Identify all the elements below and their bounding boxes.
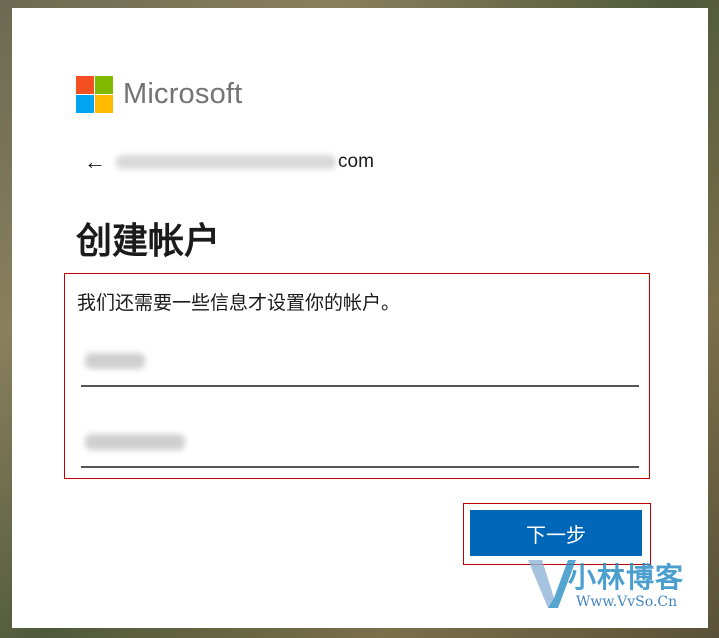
microsoft-logo-icon <box>76 76 113 113</box>
microsoft-logo: Microsoft <box>76 76 242 113</box>
instruction-text: 我们还需要一些信息才设置你的帐户。 <box>77 293 401 314</box>
sign-up-dialog: Microsoft ← com 创建帐户 我们还需要一些信息才设置你的帐户。 下… <box>12 8 708 628</box>
email-suffix: com <box>338 151 374 172</box>
form-section: 我们还需要一些信息才设置你的帐户。 <box>64 273 650 479</box>
watermark-url: Www.VvSo.Cn <box>576 594 678 610</box>
last-name-field[interactable] <box>81 341 639 387</box>
last-name-redacted-value <box>85 353 145 369</box>
watermark-text: 小林博客 <box>568 562 685 593</box>
logo-text: Microsoft <box>123 78 243 110</box>
first-name-redacted-value <box>85 434 185 450</box>
first-name-field[interactable] <box>81 422 639 468</box>
email-redacted <box>116 155 336 169</box>
watermark: 小林博客 Www.VvSo.Cn <box>528 550 718 636</box>
left-arrow-icon[interactable]: ← <box>84 149 110 175</box>
page-title: 创建帐户 <box>76 220 221 261</box>
back-row: ← com <box>84 148 374 176</box>
